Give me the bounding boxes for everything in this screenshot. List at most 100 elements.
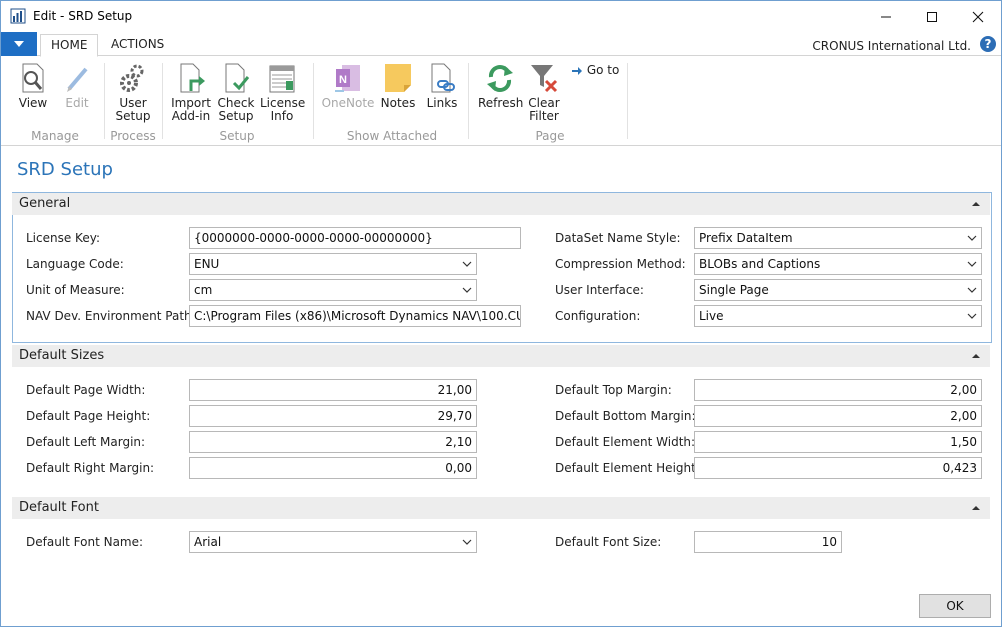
company-name[interactable]: CRONUS International Ltd. — [812, 39, 971, 53]
top-margin-field[interactable]: 2,00 — [694, 379, 982, 401]
group-process: Process — [110, 129, 156, 143]
links-label: Links — [426, 96, 458, 110]
chevron-up-icon[interactable] — [970, 350, 982, 362]
import-label-1: Import — [171, 96, 211, 110]
font-size-field[interactable]: 10 — [694, 531, 842, 553]
language-code-value: ENU — [194, 257, 220, 271]
clear-label-1: Clear — [528, 96, 560, 110]
language-code-select[interactable]: ENU — [189, 253, 477, 275]
page-width-field[interactable]: 21,00 — [189, 379, 477, 401]
help-icon[interactable]: ? — [980, 36, 996, 52]
edit-srd-setup-window: Edit - SRD Setup HOME ACTIONS CRONUS Int… — [0, 0, 1002, 627]
maximize-button[interactable] — [909, 1, 955, 32]
chevron-down-icon — [967, 235, 977, 241]
refresh-button[interactable]: Refresh — [478, 61, 524, 110]
pencil-icon — [67, 67, 88, 92]
import-label-2: Add-in — [171, 109, 211, 123]
minimize-icon — [881, 16, 891, 17]
chevron-up-icon[interactable] — [970, 502, 982, 514]
configuration-value: Live — [699, 309, 724, 323]
chevron-down-icon — [967, 313, 977, 319]
import-add-in-button[interactable]: Import Add-in — [170, 61, 212, 123]
general-section-header[interactable]: General — [12, 193, 990, 215]
font-name-select[interactable]: Arial — [189, 531, 477, 553]
go-to-button[interactable]: Go to — [571, 63, 619, 77]
dropdown-triangle-icon — [14, 41, 24, 47]
user-interface-label: User Interface: — [555, 283, 644, 297]
user-setup-label-2: Setup — [115, 109, 151, 123]
tab-home[interactable]: HOME — [40, 34, 99, 57]
language-code-label: Language Code: — [26, 257, 124, 271]
element-width-label: Default Element Width: — [555, 435, 696, 449]
links-button[interactable]: Links — [425, 61, 459, 110]
ribbon-separator — [104, 63, 105, 139]
license-key-field[interactable]: {0000000-0000-0000-0000-00000000} — [189, 227, 521, 249]
license-grid-icon — [269, 65, 295, 93]
user-interface-select[interactable]: Single Page — [694, 279, 982, 301]
ok-button[interactable]: OK — [919, 594, 991, 618]
element-height-field[interactable]: 0,423 — [694, 457, 982, 479]
dataset-name-style-select[interactable]: Prefix DataItem — [694, 227, 982, 249]
user-setup-button[interactable]: User Setup — [111, 61, 155, 123]
check-document-icon — [225, 63, 250, 93]
font-name-label: Default Font Name: — [26, 535, 144, 549]
notes-button[interactable]: Notes — [379, 61, 417, 110]
ribbon-separator — [468, 63, 469, 139]
group-page: Page — [535, 129, 565, 143]
close-icon — [972, 11, 984, 22]
page-width-label: Default Page Width: — [26, 383, 146, 397]
clear-filter-button[interactable]: Clear Filter — [524, 61, 564, 123]
default-sizes-section-header[interactable]: Default Sizes — [12, 345, 990, 367]
element-width-field[interactable]: 1,50 — [694, 431, 982, 453]
close-button[interactable] — [955, 1, 1001, 32]
left-margin-field[interactable]: 2,10 — [189, 431, 477, 453]
configuration-select[interactable]: Live — [694, 305, 982, 327]
license-label-2: Info — [270, 109, 294, 123]
arrow-right-icon — [572, 66, 582, 75]
page-height-field[interactable]: 29,70 — [189, 405, 477, 427]
bottom-margin-field[interactable]: 2,00 — [694, 405, 982, 427]
refresh-icon — [487, 65, 513, 92]
go-to-label: Go to — [586, 63, 620, 77]
license-label-1: License — [260, 96, 306, 110]
view-label: View — [18, 96, 48, 110]
ribbon-tab-row: HOME ACTIONS CRONUS International Ltd. ? — [1, 32, 1001, 57]
refresh-label: Refresh — [478, 96, 524, 110]
default-font-section-title: Default Font — [19, 500, 99, 515]
onenote-label: OneNote — [321, 96, 375, 110]
right-margin-field[interactable]: 0,00 — [189, 457, 477, 479]
group-manage: Manage — [31, 129, 79, 143]
user-interface-value: Single Page — [699, 283, 769, 297]
font-name-value: Arial — [194, 535, 222, 549]
nav-path-field[interactable]: C:\Program Files (x86)\Microsoft Dynamic… — [189, 305, 521, 327]
element-height-label: Default Element Height: — [555, 461, 700, 475]
group-show-attached: Show Attached — [346, 129, 438, 143]
check-label-1: Check — [217, 96, 255, 110]
app-chart-icon — [10, 8, 26, 24]
minimize-button[interactable] — [863, 1, 909, 32]
view-magnifier-icon — [22, 63, 44, 93]
configuration-label: Configuration: — [555, 309, 641, 323]
clear-filter-icon — [531, 65, 558, 93]
compression-method-label: Compression Method: — [555, 257, 686, 271]
onenote-button[interactable]: N OneNote — [321, 61, 375, 110]
compression-method-select[interactable]: BLOBs and Captions — [694, 253, 982, 275]
ribbon: View Edit Manage User Setup Process Impo… — [1, 57, 1001, 146]
unit-of-measure-label: Unit of Measure: — [26, 283, 125, 297]
chevron-down-icon — [967, 287, 977, 293]
ribbon-separator — [627, 63, 628, 139]
view-button[interactable]: View — [15, 61, 51, 110]
license-key-label: License Key: — [26, 231, 100, 245]
unit-of-measure-select[interactable]: cm — [189, 279, 477, 301]
check-setup-button[interactable]: Check Setup — [216, 61, 256, 123]
onenote-icon: N — [335, 65, 360, 92]
default-font-section-header[interactable]: Default Font — [12, 497, 990, 519]
license-info-button[interactable]: License Info — [260, 61, 306, 123]
edit-button[interactable]: Edit — [59, 61, 95, 110]
page-title: SRD Setup — [17, 159, 113, 180]
tab-actions[interactable]: ACTIONS — [101, 34, 174, 57]
application-menu-button[interactable] — [1, 32, 37, 56]
top-margin-label: Default Top Margin: — [555, 383, 672, 397]
general-section-title: General — [19, 196, 71, 211]
chevron-up-icon[interactable] — [970, 198, 982, 210]
